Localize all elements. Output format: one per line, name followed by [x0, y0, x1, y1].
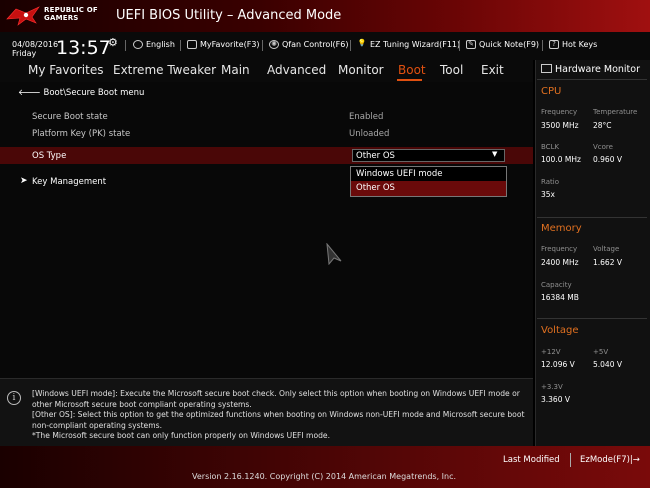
quick-note-button[interactable]: ✎ Quick Note(F9)	[466, 40, 539, 49]
voltage-3v3-label: +3.3V	[541, 383, 563, 391]
footer-bar	[0, 446, 650, 488]
help-text-line: other Microsoft secure boot compliant op…	[32, 400, 252, 409]
active-tab-indicator	[397, 79, 422, 81]
memory-frequency-value: 2400 MHz	[541, 258, 579, 267]
voltage-12v-label: +12V	[541, 348, 561, 356]
toolbar-divider	[459, 40, 460, 51]
help-text-line: *The Microsoft secure boot can only func…	[32, 431, 330, 440]
voltage-3v3-value: 3.360 V	[541, 395, 570, 404]
divider	[537, 79, 647, 80]
divider	[537, 318, 647, 319]
language-label: English	[146, 40, 175, 49]
cpu-bclk-label: BCLK	[541, 143, 560, 151]
platform-key-state-value: Unloaded	[349, 129, 390, 139]
cpu-vcore-label: Vcore	[593, 143, 613, 151]
os-type-label: OS Type	[32, 151, 67, 161]
cpu-frequency-value: 3500 MHz	[541, 121, 579, 130]
ez-tuning-wizard-label: EZ Tuning Wizard(F11)	[370, 40, 461, 49]
tab-tool[interactable]: Tool	[440, 63, 463, 77]
memory-voltage-label: Voltage	[593, 245, 620, 253]
os-type-option-other-os[interactable]: Other OS	[351, 181, 506, 196]
help-icon: ?	[549, 40, 559, 49]
brand-line-2: GAMERS	[44, 14, 79, 22]
memory-capacity-label: Capacity	[541, 281, 572, 289]
chevron-right-icon: ➤	[20, 176, 28, 186]
key-management-item[interactable]: Key Management	[32, 177, 106, 187]
myfavorite-button[interactable]: MyFavorite(F3)	[187, 40, 260, 49]
toolbar-divider	[262, 40, 263, 51]
secure-boot-state-label: Secure Boot state	[32, 112, 108, 122]
cpu-section-title: CPU	[541, 86, 562, 97]
tab-exit[interactable]: Exit	[481, 63, 504, 77]
quick-note-label: Quick Note(F9)	[479, 40, 540, 49]
os-type-option-windows-uefi[interactable]: Windows UEFI mode	[351, 167, 506, 181]
cpu-ratio-label: Ratio	[541, 178, 559, 186]
memory-voltage-value: 1.662 V	[593, 258, 622, 267]
voltage-5v-value: 5.040 V	[593, 360, 622, 369]
memory-capacity-value: 16384 MB	[541, 293, 579, 302]
cpu-bclk-value: 100.0 MHz	[541, 155, 581, 164]
cpu-temperature-value: 28°C	[593, 121, 612, 130]
settings-panel	[0, 82, 533, 378]
secure-boot-state-value: Enabled	[349, 112, 384, 122]
hot-keys-button[interactable]: ? Hot Keys	[549, 40, 597, 49]
toolbar-divider	[350, 40, 351, 51]
qfan-control-label: Qfan Control(F6)	[282, 40, 349, 49]
fan-icon: ✺	[269, 40, 279, 49]
brand-line-1: REPUBLIC OF	[44, 6, 98, 14]
gear-icon[interactable]: ⚙	[108, 36, 118, 49]
rog-logo-icon	[6, 6, 40, 26]
monitor-icon	[541, 64, 552, 73]
tab-my-favorites[interactable]: My Favorites	[28, 63, 103, 77]
mouse-cursor-icon	[326, 243, 342, 265]
hardware-monitor-title: Hardware Monitor	[555, 64, 640, 75]
tab-boot[interactable]: Boot	[398, 63, 426, 77]
myfavorite-label: MyFavorite(F3)	[200, 40, 260, 49]
cpu-frequency-label: Frequency	[541, 108, 578, 116]
chevron-down-icon[interactable]: ▼	[492, 150, 497, 158]
note-icon: ✎	[466, 40, 476, 49]
ezmode-button[interactable]: EzMode(F7)|→	[580, 455, 640, 465]
tab-extreme-tweaker[interactable]: Extreme Tweaker	[113, 63, 216, 77]
last-modified-button[interactable]: Last Modified	[503, 455, 560, 465]
hot-keys-label: Hot Keys	[562, 40, 598, 49]
memory-section-title: Memory	[541, 223, 582, 234]
toolbar-divider	[125, 40, 126, 51]
back-arrow-icon[interactable]: 🡐	[18, 88, 44, 98]
breadcrumb-text: Boot\Secure Boot menu	[43, 88, 145, 98]
help-text-line: [Other OS]: Select this option to get th…	[32, 410, 525, 419]
tab-monitor[interactable]: Monitor	[338, 63, 384, 77]
memory-frequency-label: Frequency	[541, 245, 578, 253]
toolbar-divider	[180, 40, 181, 51]
breadcrumb[interactable]: 🡐 Boot\Secure Boot menu	[18, 88, 144, 98]
tab-advanced[interactable]: Advanced	[267, 63, 326, 77]
voltage-12v-value: 12.096 V	[541, 360, 575, 369]
voltage-5v-label: +5V	[593, 348, 609, 356]
voltage-section-title: Voltage	[541, 325, 579, 336]
help-text-line: [Windows UEFI mode]: Execute the Microso…	[32, 389, 520, 398]
platform-key-state-label: Platform Key (PK) state	[32, 129, 131, 139]
toolbar-divider	[542, 40, 543, 51]
version-copyright: Version 2.16.1240. Copyright (C) 2014 Am…	[192, 472, 457, 481]
clock-display[interactable]: 13:57	[56, 37, 111, 59]
app-title: UEFI BIOS Utility – Advanced Mode	[116, 8, 342, 23]
os-type-selected-value: Other OS	[356, 151, 395, 161]
tab-main[interactable]: Main	[221, 63, 250, 77]
divider	[537, 217, 647, 218]
language-button[interactable]: English	[133, 40, 175, 49]
day-display: Friday	[12, 49, 37, 58]
wizard-icon: 💡	[357, 39, 367, 47]
cpu-temperature-label: Temperature	[593, 108, 638, 116]
cpu-vcore-value: 0.960 V	[593, 155, 622, 164]
ez-tuning-wizard-button[interactable]: 💡 EZ Tuning Wizard(F11)	[357, 39, 461, 50]
info-icon: i	[7, 391, 21, 405]
favorite-icon	[187, 40, 197, 49]
cpu-ratio-value: 35x	[541, 190, 555, 199]
brand-logo-text: REPUBLIC OF GAMERS	[44, 6, 98, 22]
date-display: 04/08/2016	[12, 40, 59, 49]
qfan-control-button[interactable]: ✺ Qfan Control(F6)	[269, 40, 348, 49]
footer-divider	[570, 453, 571, 467]
globe-icon	[133, 40, 143, 49]
help-text-line: non-compliant operating systems.	[32, 421, 162, 430]
